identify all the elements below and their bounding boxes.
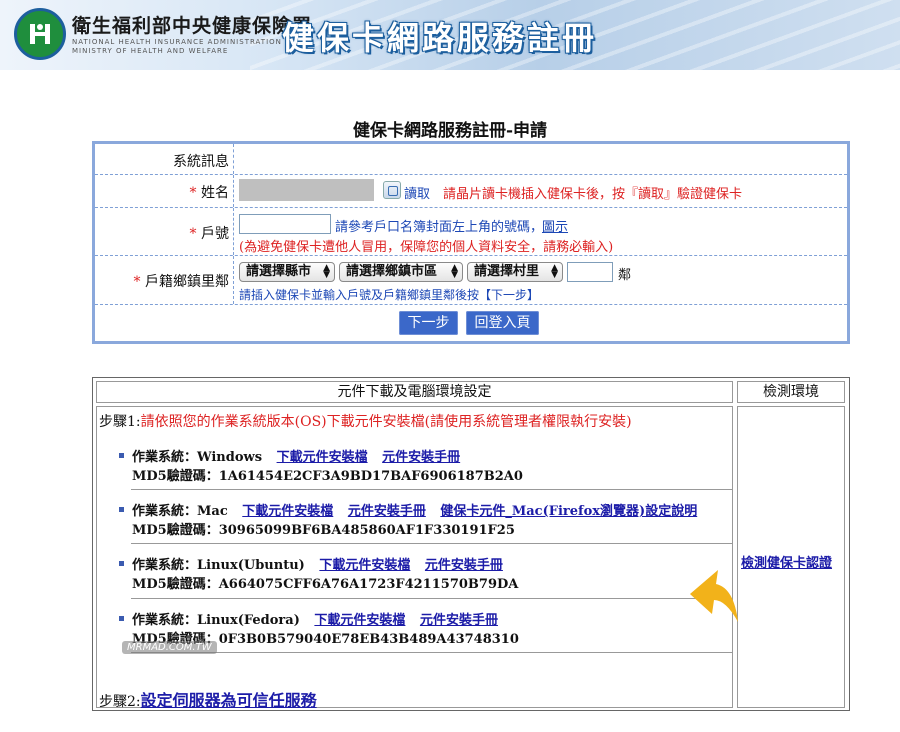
os-item-fedora: 作業系統：Linux(Fedora) 下載元件安裝檔 元件安裝手冊 xyxy=(119,609,498,628)
select-arrows-icon: ▲ ▼ xyxy=(451,263,458,280)
install-manual-link[interactable]: 元件安裝手冊 xyxy=(420,613,498,628)
divider xyxy=(131,489,733,490)
next-step-button[interactable]: 下一步 xyxy=(399,311,458,335)
neighborhood-unit: 鄰 xyxy=(618,268,632,283)
select-arrows-icon: ▲ ▼ xyxy=(323,263,330,280)
step1-instruction: 步驟1:請依照您的作業系統版本(OS)下載元件安裝檔(請使用系統管理者權限執行安… xyxy=(99,414,632,430)
os-item-windows: 作業系統：Windows 下載元件安裝檔 元件安裝手冊 xyxy=(119,446,460,465)
download-installer-link[interactable]: 下載元件安裝檔 xyxy=(242,504,333,519)
arrow-pointer-icon xyxy=(690,570,738,622)
town-select[interactable]: 請選擇鄉鎮市區 ▲ ▼ xyxy=(339,262,463,282)
org-name-en-1: NATIONAL HEALTH INSURANCE ADMINISTRATION xyxy=(72,38,282,46)
check-env-body: 檢測健保卡認證 xyxy=(737,406,845,708)
card-reader-icon[interactable] xyxy=(383,181,401,199)
divider xyxy=(131,543,733,544)
os-item-mac: 作業系統：Mac 下載元件安裝檔 元件安裝手冊 健保卡元件_Mac(Firefo… xyxy=(119,500,697,519)
bullet-icon xyxy=(119,453,124,458)
household-example-link[interactable]: 圖示 xyxy=(542,216,568,235)
required-mark: * xyxy=(133,274,141,290)
system-message-label: 系統訊息 xyxy=(173,154,229,170)
household-label: * 戶號 xyxy=(189,226,229,242)
check-card-auth-link[interactable]: 檢測健保卡認證 xyxy=(741,552,832,571)
divider xyxy=(131,598,733,599)
md5-ubuntu: MD5驗證碼：A664075CFF6A76A1723F4211570B79DA xyxy=(132,577,519,592)
step2-instruction: 步驟2:設定伺服器為可信任服務 xyxy=(99,691,317,710)
page-title: 健保卡網路服務註冊-申請 xyxy=(352,121,548,141)
install-manual-link[interactable]: 元件安裝手冊 xyxy=(425,558,503,573)
household-number-input[interactable] xyxy=(239,214,331,234)
header-banner: 衛生福利部中央健康保險署 NATIONAL HEALTH INSURANCE A… xyxy=(0,0,900,70)
village-select[interactable]: 請選擇村里 ▲ ▼ xyxy=(467,262,563,282)
address-hint: 請插入健保卡並輸入戶號及戶籍鄉鎮里鄰後按【下一步】 xyxy=(239,288,540,302)
household-row: * 戶號 請參考戶口名簿封面左上角的號碼， 圖示 (為避免健保卡遭他人冒用，保障… xyxy=(95,208,847,256)
check-env-header: 檢測環境 xyxy=(737,381,845,403)
select-arrows-icon: ▲ ▼ xyxy=(551,263,558,280)
os-item-ubuntu: 作業系統：Linux(Ubuntu) 下載元件安裝檔 元件安裝手冊 xyxy=(119,554,503,573)
nhi-logo-icon xyxy=(14,8,66,60)
name-row: * 姓名 讀取 請晶片讀卡機插入健保卡後，按『讀取』驗證健保卡 xyxy=(95,175,847,208)
banner-title: 健保卡網路服務註冊 xyxy=(282,19,598,57)
download-installer-link[interactable]: 下載元件安裝檔 xyxy=(314,613,405,628)
required-mark: * xyxy=(189,185,197,201)
download-table: 元件下載及電腦環境設定 檢測環境 步驟1:請依照您的作業系統版本(OS)下載元件… xyxy=(92,377,850,711)
install-manual-link[interactable]: 元件安裝手冊 xyxy=(382,450,460,465)
download-installer-link[interactable]: 下載元件安裝檔 xyxy=(277,450,368,465)
download-body: 步驟1:請依照您的作業系統版本(OS)下載元件安裝檔(請使用系統管理者權限執行安… xyxy=(96,406,733,710)
county-select[interactable]: 請選擇縣市 ▲ ▼ xyxy=(239,262,335,282)
org-name-en-2: MINISTRY OF HEALTH AND WELFARE xyxy=(72,47,229,55)
household-hint: 請參考戶口名簿封面左上角的號碼， xyxy=(335,220,544,235)
back-to-login-button[interactable]: 回登入頁 xyxy=(466,311,539,335)
download-header: 元件下載及電腦環境設定 xyxy=(96,381,733,403)
watermark: MRMAD.COM.TW xyxy=(122,641,217,654)
household-warning: (為避免健保卡遭他人冒用，保障您的個人資料安全，請務必輸入) xyxy=(239,240,614,255)
trusted-server-link[interactable]: 設定伺服器為可信任服務 xyxy=(141,691,317,710)
install-manual-link[interactable]: 元件安裝手冊 xyxy=(348,504,426,519)
registration-form: 系統訊息 * 姓名 讀取 請晶片讀卡機插入健保卡後，按『讀取』驗證健保卡 * 戶… xyxy=(92,141,850,344)
bullet-icon xyxy=(119,507,124,512)
neighborhood-input[interactable] xyxy=(567,262,613,282)
md5-windows: MD5驗證碼：1A61454E2CF3A9BD17BAF6906187B2A0 xyxy=(132,469,523,484)
name-hint: 請晶片讀卡機插入健保卡後，按『讀取』驗證健保卡 xyxy=(443,187,743,202)
download-installer-link[interactable]: 下載元件安裝檔 xyxy=(319,558,410,573)
required-mark: * xyxy=(189,226,197,242)
address-row: * 戶籍鄉鎮里鄰 請選擇縣市 ▲ ▼ 請選擇鄉鎮市區 ▲ ▼ 請選擇村里 ▲ ▼ 鄰 請插入… xyxy=(95,256,847,305)
org-name: 衛生福利部中央健康保險署 xyxy=(72,15,313,37)
name-field xyxy=(239,179,374,201)
name-label: * 姓名 xyxy=(189,185,229,201)
mac-firefox-setup-link[interactable]: 健保卡元件_Mac(Firefox瀏覽器)設定說明 xyxy=(440,504,697,519)
address-label: * 戶籍鄉鎮里鄰 xyxy=(133,274,229,290)
divider xyxy=(131,652,733,653)
md5-mac: MD5驗證碼：30965099BF6BA485860AF1F330191F25 xyxy=(132,523,515,538)
bullet-icon xyxy=(119,561,124,566)
bullet-icon xyxy=(119,616,124,621)
read-card-button[interactable]: 讀取 xyxy=(404,183,430,202)
system-message-row: 系統訊息 xyxy=(95,144,847,175)
